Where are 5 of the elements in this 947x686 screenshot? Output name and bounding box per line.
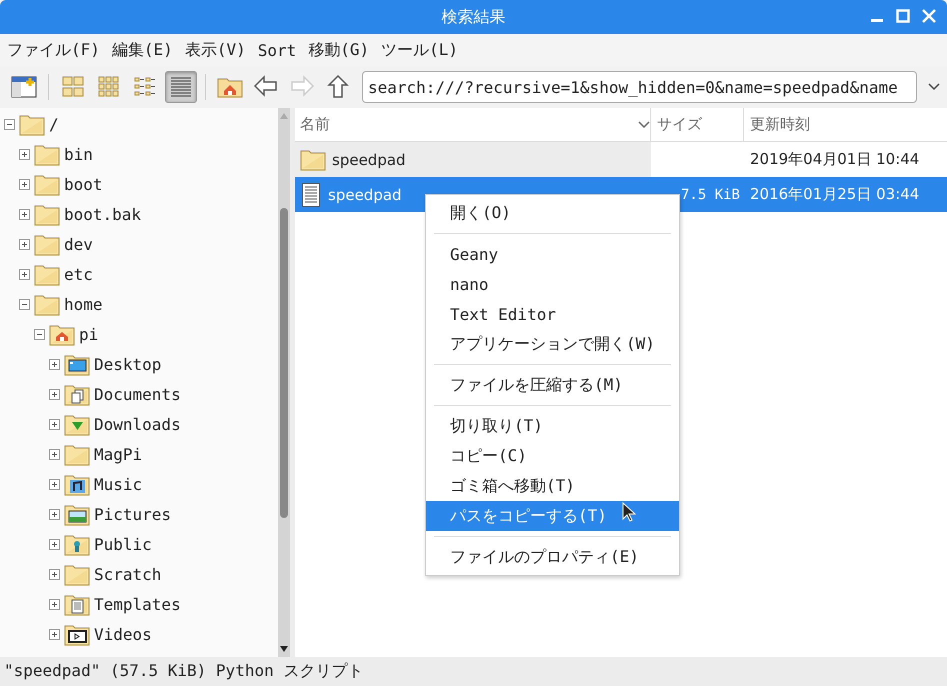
window-title: 検索結果: [442, 6, 506, 28]
status-text: "speedpad" (57.5 KiB) Python スクリプト: [0, 657, 947, 686]
file-size: 7.5 KiB: [680, 186, 740, 202]
modified-date: 2019年04月01日 10:44: [749, 150, 920, 169]
modified-date: 2016年01月25日 03:44: [749, 185, 920, 204]
